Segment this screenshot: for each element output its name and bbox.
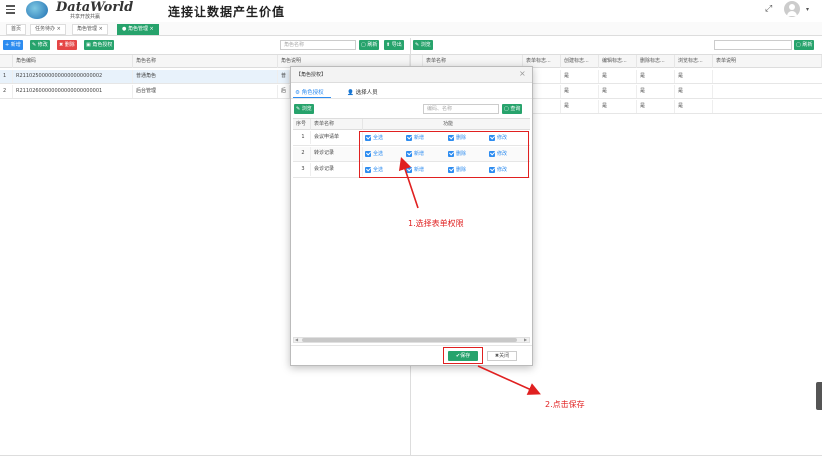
delete-flag: 是: [637, 85, 675, 98]
row-index: 1: [0, 70, 13, 83]
annotation-step2: 2.点击保存: [545, 400, 585, 409]
export-button[interactable]: ⬆ 导出: [384, 40, 404, 50]
col-no: 序号: [293, 119, 311, 130]
refresh-button[interactable]: ▢ 刷新: [359, 40, 380, 50]
dialog-title: 【角色授权】: [296, 72, 327, 78]
col-browse-flag: 浏览标志...: [675, 55, 713, 68]
row-index: 2: [293, 147, 311, 160]
form-name: 转诊记录: [311, 147, 363, 160]
row-index: 2: [0, 85, 13, 98]
edit-flag: 是: [599, 85, 637, 98]
col-form-name: 表单名称: [311, 119, 363, 130]
annotation-perm-box: [359, 131, 529, 178]
row-index: 3: [293, 163, 311, 176]
avatar[interactable]: [784, 1, 800, 17]
tab-role-active[interactable]: ● 角色管理 ×: [117, 24, 159, 35]
dialog-browse-button[interactable]: ✎ 浏览: [294, 104, 314, 114]
col-role-name: 角色名称: [133, 55, 278, 68]
create-flag: 是: [561, 85, 599, 98]
menu-icon[interactable]: [6, 5, 15, 14]
col-function: 功能: [442, 121, 453, 127]
app-header: DataWorld 共享开放共赢 连接让数据产生价值 ⤢ ▾: [0, 0, 822, 20]
tab-select-user[interactable]: 👤 选择人员: [347, 88, 378, 96]
sidebar-collapse-handle[interactable]: [816, 382, 822, 410]
create-flag: 是: [561, 100, 599, 113]
authorize-button[interactable]: ▣ 角色授权: [84, 40, 115, 50]
delete-flag: 是: [637, 100, 675, 113]
tab-role-authorize[interactable]: ⚙ 角色授权: [295, 88, 324, 96]
col-create-flag: 创建标志...: [561, 55, 599, 68]
tab-bar: 首页 任务待办 × 角色管理 × ● 角色管理 ×: [0, 22, 822, 36]
add-button[interactable]: + 新增: [3, 40, 23, 50]
scrollbar-thumb[interactable]: [302, 338, 517, 342]
form-name: 会诊记录: [311, 163, 363, 176]
row-index: 1: [293, 131, 311, 144]
tab-divider: [291, 98, 532, 99]
close-icon[interactable]: ×: [519, 69, 526, 78]
role-search-input[interactable]: 角色名称: [280, 40, 356, 50]
tab-role-1[interactable]: 角色管理 ×: [72, 24, 108, 35]
role-code: R21102500000000000000000002: [13, 70, 133, 83]
col-index: [0, 55, 13, 68]
browse-button[interactable]: ✎ 浏览: [413, 40, 433, 50]
browse-flag: 是: [675, 100, 713, 113]
annotation-save-box: [443, 347, 483, 364]
tab-tasks[interactable]: 任务待办 ×: [30, 24, 66, 35]
dialog-footer-divider: [291, 345, 532, 346]
arrow-step2: [477, 365, 541, 395]
form-search-input[interactable]: [714, 40, 792, 50]
role-name: 普通角色: [133, 70, 278, 83]
logo-icon: [26, 1, 48, 19]
chevron-down-icon[interactable]: ▾: [806, 6, 809, 13]
refresh-right-button[interactable]: ▢ 刷新: [794, 40, 815, 50]
perm-table-header: 序号 表单名称 功能: [293, 118, 530, 130]
fullscreen-icon[interactable]: ⤢: [765, 4, 772, 14]
col-delete-flag: 删除标志...: [637, 55, 675, 68]
scroll-left-icon[interactable]: ◀: [295, 337, 298, 342]
role-authorize-dialog: 【角色授权】 × ⚙ 角色授权 👤 选择人员 ✎ 浏览 编码、名称 ▢ 查询 序…: [290, 66, 533, 366]
delete-button[interactable]: ✖ 删除: [57, 40, 77, 50]
dialog-titlebar: 【角色授权】 ×: [291, 67, 532, 83]
browse-flag: 是: [675, 85, 713, 98]
annotation-step1: 1.选择表单权限: [408, 219, 464, 228]
delete-flag: 是: [637, 70, 675, 83]
dialog-search-input[interactable]: 编码、名称: [423, 104, 499, 114]
brand-subtitle: 共享开放共赢: [70, 14, 101, 20]
role-code: R21102600000000000000000001: [13, 85, 133, 98]
col-role-code: 角色编码: [13, 55, 133, 68]
role-desc: 后: [278, 85, 290, 98]
scroll-right-icon[interactable]: ▶: [524, 337, 527, 342]
role-desc: 普: [278, 70, 290, 83]
footer-divider: [0, 455, 822, 456]
close-button[interactable]: ✖关闭: [487, 351, 517, 361]
tab-home[interactable]: 首页: [6, 24, 27, 35]
col-edit-flag: 编辑标志...: [599, 55, 637, 68]
create-flag: 是: [561, 70, 599, 83]
edit-flag: 是: [599, 100, 637, 113]
horizontal-scrollbar[interactable]: ◀ ▶: [293, 337, 530, 343]
role-name: 后台管理: [133, 85, 278, 98]
browse-flag: 是: [675, 70, 713, 83]
dialog-query-button[interactable]: ▢ 查询: [502, 104, 523, 114]
slogan: 连接让数据产生价值: [168, 5, 286, 19]
form-name: 会议申请单: [311, 131, 363, 144]
edit-button[interactable]: ✎ 修改: [30, 40, 50, 50]
edit-flag: 是: [599, 70, 637, 83]
col-form-desc: 表单说明: [713, 55, 822, 68]
